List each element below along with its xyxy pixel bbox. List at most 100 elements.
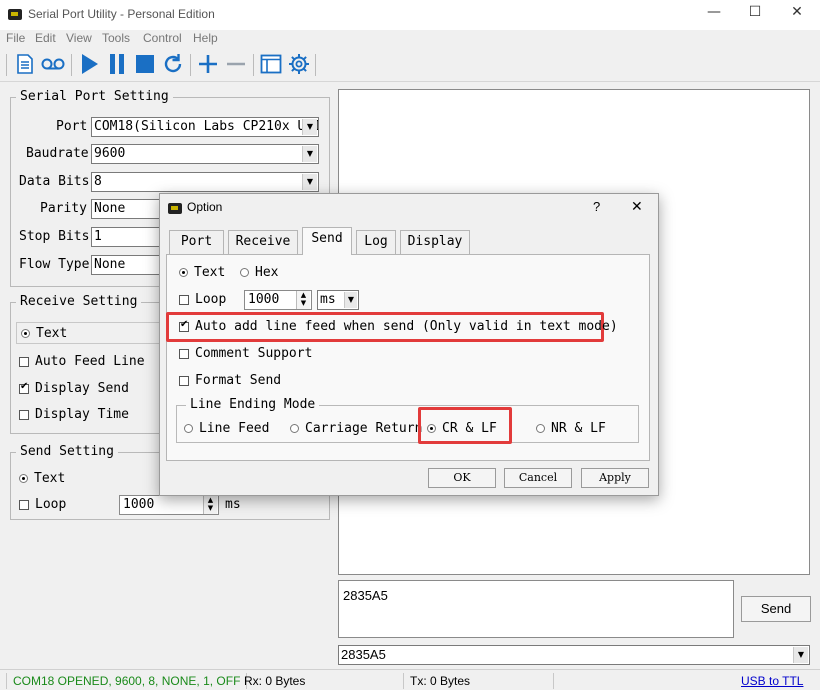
ok-button[interactable]: OK (428, 468, 496, 488)
loop-icon[interactable] (40, 51, 66, 77)
chevron-down-icon[interactable]: ▼ (344, 292, 357, 308)
parity-value: None (94, 201, 126, 216)
apply-button[interactable]: Apply (581, 468, 649, 488)
cancel-button[interactable]: Cancel (504, 468, 572, 488)
chevron-down-icon[interactable]: ▼ (302, 174, 317, 190)
rx-count: Rx: 0 Bytes (238, 673, 404, 689)
minimize-icon[interactable]: — (694, 4, 734, 26)
auto-feed-line-checkbox[interactable]: Auto Feed Line (19, 354, 145, 369)
send-history-select[interactable]: 2835A5 ▼ (338, 645, 810, 665)
line-feed-radio[interactable]: Line Feed (184, 421, 269, 436)
format-send-label: Format Send (195, 373, 282, 388)
chevron-down-icon[interactable]: ▼ (302, 146, 317, 162)
send-history-value: 2835A5 (341, 647, 386, 662)
checkbox-checked[interactable] (19, 381, 29, 394)
dialog-loop-checkbox[interactable]: Loop (179, 292, 226, 307)
add-icon[interactable] (195, 51, 221, 77)
tab-log[interactable]: Log (356, 230, 396, 254)
menu-control[interactable]: Control (143, 31, 182, 45)
radio-selected[interactable] (19, 474, 28, 483)
tab-receive[interactable]: Receive (228, 230, 298, 254)
radio-unselected[interactable] (240, 268, 249, 277)
checkbox[interactable] (179, 348, 189, 359)
baudrate-select[interactable]: 9600 ▼ (91, 144, 319, 164)
auto-line-feed-checkbox[interactable]: Auto add line feed when send (Only valid… (179, 319, 618, 334)
help-icon[interactable]: ? (593, 199, 600, 214)
dialog-title: Option (187, 200, 223, 214)
menu-file[interactable]: File (6, 31, 25, 45)
usb-to-ttl-link[interactable]: USB to TTL (735, 673, 809, 689)
send-loop-interval-input[interactable]: 1000 ▲ ▼ (119, 495, 219, 515)
spinner-icon[interactable]: ▲ ▼ (203, 496, 217, 514)
checkbox[interactable] (179, 294, 189, 305)
databits-value: 8 (94, 174, 102, 189)
send-button[interactable]: Send (741, 596, 811, 622)
parity-label: Parity (40, 201, 87, 216)
toolbar-separator (71, 54, 72, 76)
menu-edit[interactable]: Edit (35, 31, 56, 45)
radio-selected[interactable] (21, 329, 30, 338)
tab-port[interactable]: Port (169, 230, 224, 254)
dialog-close-icon[interactable]: ✕ (631, 198, 643, 215)
close-icon[interactable]: ✕ (777, 4, 817, 26)
chevron-down-icon[interactable]: ▼ (302, 119, 317, 135)
toolbar-separator (190, 54, 191, 76)
databits-select[interactable]: 8 ▼ (91, 172, 319, 192)
display-time-checkbox[interactable]: Display Time (19, 407, 129, 422)
menu-help[interactable]: Help (193, 31, 218, 45)
checkbox[interactable] (179, 375, 189, 386)
receive-text-radio[interactable]: Text (21, 326, 67, 341)
display-send-checkbox[interactable]: Display Send (19, 381, 129, 396)
dialog-app-icon (168, 203, 182, 214)
tab-display[interactable]: Display (400, 230, 470, 254)
cr-lf-radio[interactable]: CR & LF (427, 421, 497, 436)
format-send-checkbox[interactable]: Format Send (179, 373, 281, 388)
line-ending-legend: Line Ending Mode (186, 397, 320, 412)
dialog-text-radio[interactable]: Text (179, 265, 225, 280)
send-input-area[interactable]: 2835A5 (338, 580, 734, 638)
radio-unselected[interactable] (184, 424, 193, 433)
display-time-label: Display Time (35, 407, 129, 422)
toolbar-separator (6, 54, 7, 76)
comment-support-checkbox[interactable]: Comment Support (179, 346, 312, 361)
toolbar-separator (253, 54, 254, 76)
maximize-icon[interactable]: ☐ (735, 4, 775, 26)
window-icon[interactable] (258, 51, 284, 77)
menu-view[interactable]: View (66, 31, 92, 45)
new-document-icon[interactable] (12, 51, 38, 77)
radio-selected[interactable] (427, 424, 436, 433)
stop-icon[interactable] (132, 51, 158, 77)
gear-icon[interactable] (286, 51, 312, 77)
carriage-return-radio[interactable]: Carriage Return (290, 421, 422, 436)
dialog-hex-radio[interactable]: Hex (240, 265, 278, 280)
refresh-icon[interactable] (160, 51, 186, 77)
toolbar-separator (315, 54, 316, 76)
status-bar: COM18 OPENED, 9600, 8, NONE, 1, OFF Rx: … (0, 669, 820, 690)
menu-tools[interactable]: Tools (102, 31, 130, 45)
send-setting-legend: Send Setting (16, 444, 118, 459)
checkbox[interactable] (19, 409, 29, 420)
stopbits-label: Stop Bits (19, 229, 90, 244)
dialog-loop-unit-value: ms (320, 292, 336, 307)
chevron-down-icon[interactable]: ▼ (793, 647, 808, 663)
checkbox[interactable] (19, 499, 29, 510)
send-text-radio[interactable]: Text (19, 471, 65, 486)
checkbox[interactable] (19, 356, 29, 367)
pause-icon[interactable] (104, 51, 130, 77)
spinner-icon[interactable]: ▲ ▼ (296, 291, 310, 309)
radio-unselected[interactable] (536, 424, 545, 433)
tab-send[interactable]: Send (302, 227, 352, 255)
port-select[interactable]: COM18(Silicon Labs CP210x USI ▼ (91, 117, 319, 137)
dialog-loop-interval-input[interactable]: 1000 ▲ ▼ (244, 290, 312, 310)
cr-lf-label: CR & LF (442, 421, 497, 436)
dialog-loop-unit-select[interactable]: ms ▼ (317, 290, 359, 310)
auto-feed-line-label: Auto Feed Line (35, 354, 145, 369)
nr-lf-radio[interactable]: NR & LF (536, 421, 606, 436)
checkbox-checked[interactable] (179, 319, 189, 332)
nr-lf-label: NR & LF (551, 421, 606, 436)
send-loop-checkbox[interactable]: Loop (19, 497, 66, 512)
remove-icon[interactable] (223, 51, 249, 77)
radio-unselected[interactable] (290, 424, 299, 433)
play-icon[interactable] (76, 51, 102, 77)
radio-selected[interactable] (179, 268, 188, 277)
